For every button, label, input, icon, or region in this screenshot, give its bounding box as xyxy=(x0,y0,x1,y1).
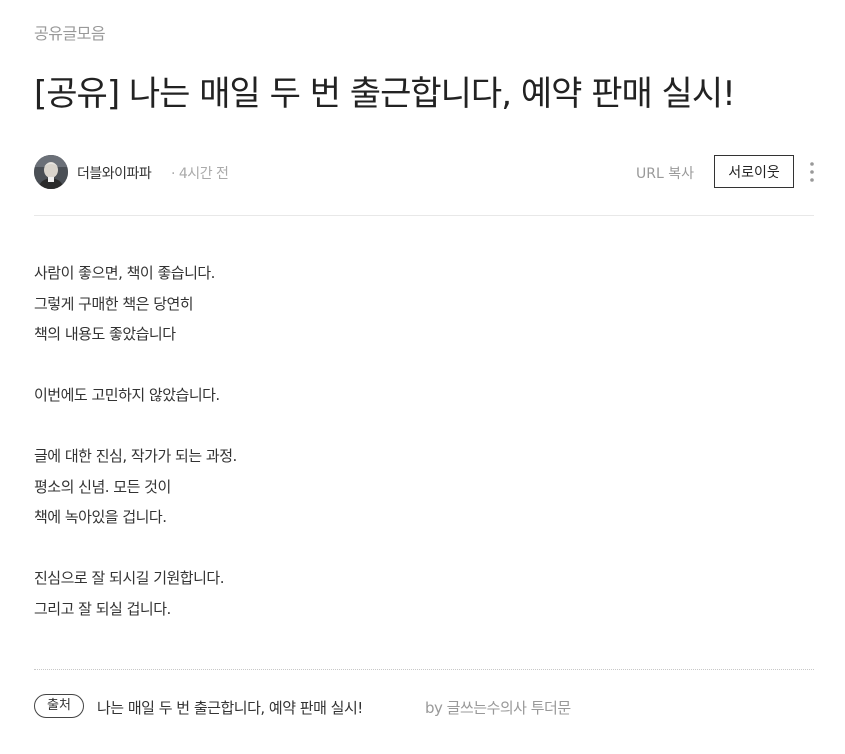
post-body: 사람이 좋으면, 책이 좋습니다. 그렇게 구매한 책은 당연히 책의 내용도 … xyxy=(34,258,814,624)
category-label[interactable]: 공유글모음 xyxy=(34,20,106,44)
url-copy-button[interactable]: URL 복사 xyxy=(636,163,694,183)
mutual-neighbor-button[interactable]: 서로이웃 xyxy=(714,155,794,188)
body-line xyxy=(34,533,814,564)
source-author[interactable]: by 글쓰는수의사 투더문 xyxy=(425,697,571,718)
author-name[interactable]: 더블와이파파 xyxy=(77,163,152,183)
header-divider xyxy=(34,215,814,216)
body-line xyxy=(34,411,814,442)
body-line: 책에 녹아있을 겁니다. xyxy=(34,508,167,526)
post-container: 공유글모음 [공유] 나는 매일 두 번 출근합니다, 예약 판매 실시! 더블… xyxy=(0,0,845,754)
body-line: 그렇게 구매한 책은 당연히 xyxy=(34,294,194,313)
more-vertical-icon xyxy=(810,162,814,182)
more-options-button[interactable] xyxy=(804,159,820,185)
body-line xyxy=(34,350,814,381)
body-line: 진심으로 잘 되시길 기원합니다. xyxy=(34,569,224,587)
body-line: 평소의 신념. 모든 것이 xyxy=(34,477,171,496)
post-time: · 4시간 전 xyxy=(171,166,229,182)
body-line: 사람이 좋으면, 책이 좋습니다. xyxy=(34,264,215,282)
body-line: 이번에도 고민하지 않았습니다. xyxy=(34,386,220,404)
post-meta: 더블와이파파 · 4시간 전 URL 복사 서로이웃 xyxy=(34,155,814,189)
source-section: 출처 나는 매일 두 번 출근합니다, 예약 판매 실시! by 글쓰는수의사 … xyxy=(34,693,814,721)
avatar-image xyxy=(34,155,68,189)
post-title: [공유] 나는 매일 두 번 출근합니다, 예약 판매 실시! xyxy=(34,74,736,114)
source-divider xyxy=(34,669,814,670)
body-line: 그리고 잘 되실 겁니다. xyxy=(34,599,171,618)
body-line: 책의 내용도 좋았습니다 xyxy=(34,325,176,343)
avatar[interactable] xyxy=(34,155,68,189)
source-badge: 출처 xyxy=(34,694,84,718)
source-link[interactable]: 나는 매일 두 번 출근합니다, 예약 판매 실시! xyxy=(97,697,363,718)
body-line: 글에 대한 진심, 작가가 되는 과정. xyxy=(34,447,237,465)
